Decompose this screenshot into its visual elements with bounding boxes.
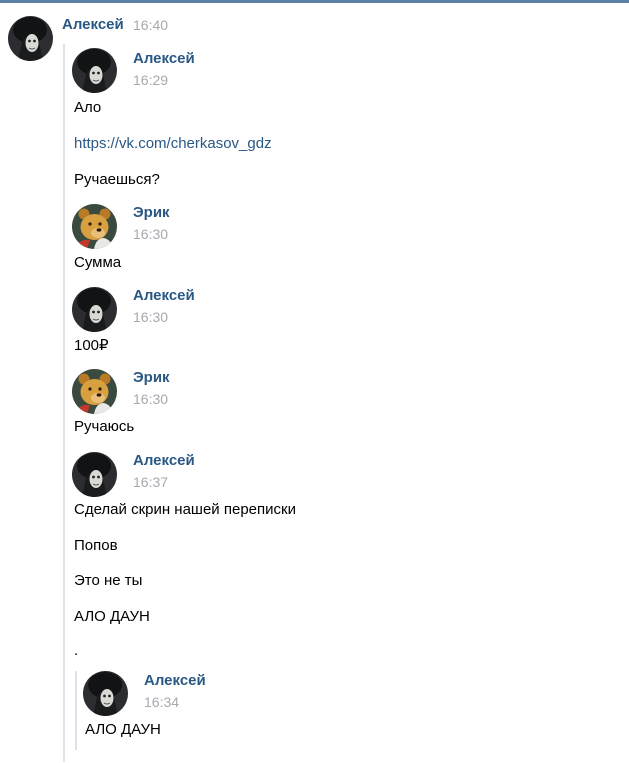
nested-author[interactable]: Алексей	[144, 672, 206, 689]
message-text: Сделай скрин нашей переписки	[74, 501, 296, 518]
message-author[interactable]: Алексей	[133, 50, 195, 67]
message-timestamp: 16:29	[133, 72, 169, 88]
message-author[interactable]: Алексей	[133, 452, 195, 469]
avatar-alexey[interactable]	[72, 452, 117, 497]
message-text: Ало	[74, 99, 102, 116]
message-timestamp: 16:30	[133, 226, 169, 242]
message-text: Это не ты	[74, 572, 143, 589]
alexey-avatar-icon	[72, 287, 117, 332]
message-text: Ручаюсь	[74, 418, 135, 435]
vk-profile-link[interactable]: https://vk.com/cherkasov_gdz	[74, 135, 272, 152]
message-text: Ручаешься?	[74, 171, 160, 188]
message-link[interactable]: https://vk.com/cherkasov_gdz	[74, 135, 272, 152]
forwarded-quote-bar	[63, 44, 65, 762]
message-timestamp: 16:37	[133, 474, 169, 490]
message-timestamp: 16:30	[133, 391, 169, 407]
message-text: АЛО ДАУН	[74, 608, 150, 625]
alexey-avatar-icon	[72, 48, 117, 93]
nested-timestamp: 16:34	[144, 694, 180, 710]
message-author[interactable]: Эрик	[133, 369, 170, 386]
message-author[interactable]: Алексей	[133, 287, 195, 304]
avatar-alexey[interactable]	[72, 48, 117, 93]
message-text: 100₽	[74, 337, 109, 354]
avatar-erik[interactable]	[72, 369, 117, 414]
erik-avatar-icon	[72, 369, 117, 414]
outer-author-name[interactable]: Алексей	[62, 16, 124, 33]
erik-avatar-icon	[72, 204, 117, 249]
avatar-alexey[interactable]	[8, 16, 53, 61]
avatar-alexey[interactable]	[72, 287, 117, 332]
message-text: .	[74, 642, 79, 659]
alexey-avatar-icon	[72, 452, 117, 497]
alexey-avatar-icon	[8, 16, 53, 61]
message-text: Попов	[74, 537, 118, 554]
top-accent-bar	[0, 0, 629, 3]
message-text: Сумма	[74, 254, 122, 271]
message-timestamp: 16:30	[133, 309, 169, 325]
avatar-alexey[interactable]	[83, 671, 128, 716]
nested-quote-bar	[75, 671, 77, 750]
message-author[interactable]: Эрик	[133, 204, 170, 221]
avatar-erik[interactable]	[72, 204, 117, 249]
outer-timestamp: 16:40	[133, 17, 169, 33]
alexey-avatar-icon	[83, 671, 128, 716]
nested-message-text: АЛО ДАУН	[85, 721, 161, 738]
